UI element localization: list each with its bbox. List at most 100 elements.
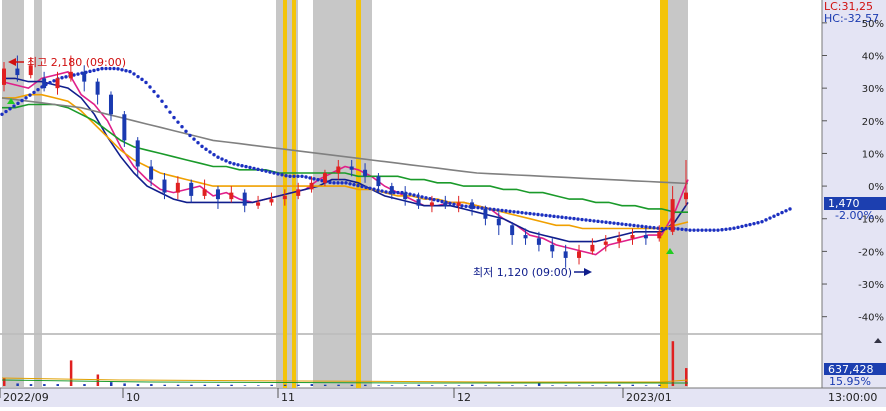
trend-point [240, 163, 244, 168]
volume-bar [176, 384, 180, 386]
trend-point [384, 190, 388, 194]
candle-body [496, 218, 501, 226]
trend-point [564, 215, 568, 220]
candle-body [2, 68, 6, 85]
candle-body [684, 192, 688, 200]
candle-body [336, 166, 341, 174]
trend-point [736, 225, 740, 230]
candle-body [189, 182, 194, 196]
trend-point [316, 178, 320, 182]
trend-point [92, 68, 96, 73]
trend-point [452, 202, 456, 206]
trend-point [436, 198, 440, 203]
trend-point [732, 226, 736, 230]
candle-body [403, 192, 408, 200]
trend-point [632, 223, 636, 228]
volume-bar [631, 384, 635, 386]
trend-point [188, 133, 192, 138]
volume-bar [270, 384, 273, 386]
candle-body [523, 235, 528, 239]
trend-point [788, 207, 792, 211]
candle-body [108, 94, 113, 115]
trend-point [176, 120, 180, 124]
trend-point [12, 104, 16, 108]
trend-point [368, 186, 372, 191]
shaded-band [356, 0, 361, 388]
trend-point [536, 212, 540, 217]
trend-point [776, 212, 780, 217]
trend-point [504, 209, 508, 213]
trend-point [496, 208, 500, 212]
volume-bar [564, 385, 568, 386]
x-label-11: 11 [281, 391, 295, 404]
trend-point [276, 172, 280, 176]
trend-point [696, 228, 700, 232]
trend-point [352, 182, 356, 187]
candle-body [82, 71, 87, 82]
low-label: 최저 1,120 (09:00) [473, 266, 572, 279]
trend-point [540, 213, 544, 217]
volume-bar [83, 384, 86, 386]
trend-point [180, 125, 184, 129]
trend-point [348, 182, 352, 186]
volume-bar [404, 385, 407, 386]
trend-point [576, 217, 580, 221]
trend-point [216, 155, 220, 159]
price-panel [0, 0, 822, 333]
candle-body [202, 189, 207, 196]
candle-body [536, 238, 541, 245]
trend-point [688, 228, 692, 232]
volume-bar [190, 384, 193, 386]
trend-point [772, 214, 776, 218]
trend-point [128, 69, 132, 74]
trend-point [600, 220, 604, 224]
trend-point [764, 218, 768, 222]
trend-point [744, 223, 748, 228]
candle-body [215, 189, 220, 200]
volume-bar [257, 385, 260, 386]
volume-bar [671, 341, 675, 386]
trend-point [560, 215, 564, 219]
trend-point [208, 150, 212, 154]
volume-bar [430, 385, 434, 386]
trend-point [204, 147, 208, 151]
trend-point [148, 85, 152, 89]
trend-point [428, 197, 432, 201]
volume-bar [364, 384, 367, 386]
volume-bar [243, 385, 247, 386]
trend-point [172, 115, 176, 120]
trend-point [312, 177, 316, 181]
trend-point [396, 190, 400, 195]
trend-point [156, 94, 160, 98]
trend-point [516, 210, 520, 214]
trend-point [548, 214, 552, 218]
trend-point [280, 173, 284, 177]
trend-point [524, 211, 528, 215]
trend-point [28, 93, 32, 97]
trend-point [336, 181, 340, 185]
trend-point [628, 223, 632, 227]
trend-point [712, 228, 716, 232]
y-tick-label: -30% [858, 280, 884, 291]
trend-point [160, 99, 164, 103]
x-label-2023-01: 2023/01 [626, 391, 672, 404]
y-tick-label: 10% [862, 149, 884, 160]
volume-pct-label: 15.95% [829, 375, 871, 388]
y-tick-label: 20% [862, 117, 884, 128]
x-time-label: 13:00:00 [828, 391, 877, 404]
y-tick-label: 50% [862, 19, 884, 30]
candle-body [416, 199, 421, 206]
trend-point [24, 96, 28, 100]
volume-bar [644, 385, 648, 386]
candle-body [577, 251, 582, 258]
candle-body [389, 186, 394, 193]
trend-point [552, 214, 556, 219]
trend-point [372, 187, 376, 191]
trend-point [200, 144, 204, 149]
volume-bar [297, 384, 300, 386]
trend-point [300, 174, 304, 178]
candle-body [42, 78, 47, 89]
trend-point [660, 226, 664, 231]
candle-body [657, 231, 662, 239]
trend-point [572, 216, 576, 221]
